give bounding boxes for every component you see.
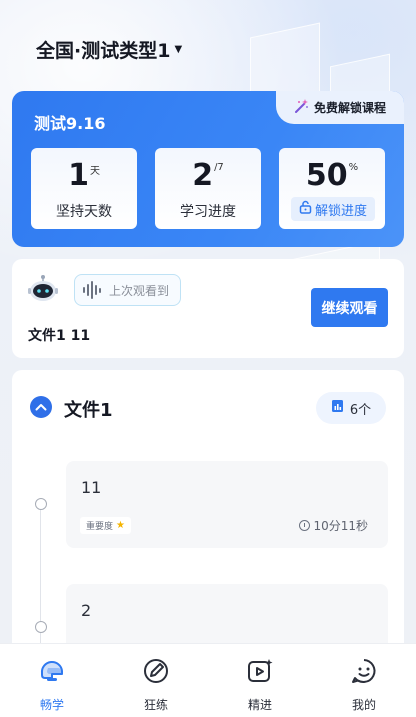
importance-label: 重要度 xyxy=(86,522,114,532)
face-icon xyxy=(350,657,378,689)
last-watched-file: 文件1 11 xyxy=(28,328,91,344)
last-watched-card: 上次观看到 文件1 11 继续观看 xyxy=(12,259,404,358)
lesson-title: 11 xyxy=(81,478,102,497)
robot-avatar-icon xyxy=(26,273,60,307)
location-type-selector[interactable]: 全国·测试类型1 ▼ xyxy=(36,36,182,63)
page-title: 全国·测试类型1 xyxy=(36,40,171,62)
completion-value: 50% xyxy=(305,158,359,193)
file-section-card: 文件1 6个 11 重要度 ★ 10分11秒 2 xyxy=(12,370,404,671)
audio-wave-icon xyxy=(83,281,101,299)
lesson-count: 6个 xyxy=(349,402,372,418)
tab-label: 狂练 xyxy=(143,698,168,712)
tab-learn[interactable]: 畅学 xyxy=(0,644,104,717)
unlock-progress-button[interactable]: 解锁进度 xyxy=(291,197,375,221)
bottom-tab-bar: 畅学 狂练 精进 我的 xyxy=(0,643,416,717)
tab-label: 精进 xyxy=(247,698,272,712)
file-section-title[interactable]: 文件1 xyxy=(64,396,113,422)
duration-text: 10分11秒 xyxy=(313,519,368,533)
helmet-icon xyxy=(38,657,66,689)
timeline-dot xyxy=(35,621,47,633)
lesson-title: 2 xyxy=(81,601,92,620)
streak-days-value: 1天 xyxy=(68,158,100,193)
lock-icon xyxy=(299,200,312,218)
clock-icon xyxy=(299,520,311,531)
study-progress-label: 学习进度 xyxy=(180,204,236,220)
last-watched-bubble: 上次观看到 xyxy=(74,274,181,306)
pen-icon xyxy=(142,657,170,689)
tab-label: 畅学 xyxy=(39,698,64,712)
chevron-up-icon[interactable] xyxy=(30,396,52,418)
caret-down-icon: ▼ xyxy=(174,44,183,55)
video-star-icon xyxy=(246,657,274,689)
unlock-progress-label: 解锁进度 xyxy=(314,203,367,219)
lesson-duration: 10分11秒 xyxy=(299,517,368,534)
streak-days-box: 1天 坚持天数 xyxy=(31,148,137,229)
continue-watching-button[interactable]: 继续观看 xyxy=(311,288,388,327)
importance-tag: 重要度 ★ xyxy=(80,517,131,534)
completion-box: 50% 解锁进度 xyxy=(279,148,385,229)
star-icon: ★ xyxy=(116,520,125,531)
timeline-dot xyxy=(35,498,47,510)
timeline-line xyxy=(40,505,41,665)
lesson-count-badge: 6个 xyxy=(316,392,386,424)
streak-days-label: 坚持天数 xyxy=(56,204,112,220)
tab-improve[interactable]: 精进 xyxy=(208,644,312,717)
lesson-item[interactable]: 11 重要度 ★ 10分11秒 xyxy=(66,461,388,548)
unlock-course-label: 免费解锁课程 xyxy=(313,101,386,115)
document-chart-icon xyxy=(331,399,344,417)
stats-card: 测试9.16 免费解锁课程 1天 坚持天数 2/7 学习进度 50% 解锁进度 xyxy=(12,91,404,247)
tab-label: 我的 xyxy=(351,698,376,712)
tab-practice[interactable]: 狂练 xyxy=(104,644,208,717)
magic-wand-icon xyxy=(294,98,310,118)
unlock-course-tab[interactable]: 免费解锁课程 xyxy=(276,91,404,124)
study-progress-box: 2/7 学习进度 xyxy=(155,148,261,229)
course-title: 测试9.16 xyxy=(34,114,106,133)
study-progress-value: 2/7 xyxy=(192,158,224,193)
last-watched-label: 上次观看到 xyxy=(109,283,170,298)
tab-mine[interactable]: 我的 xyxy=(312,644,416,717)
